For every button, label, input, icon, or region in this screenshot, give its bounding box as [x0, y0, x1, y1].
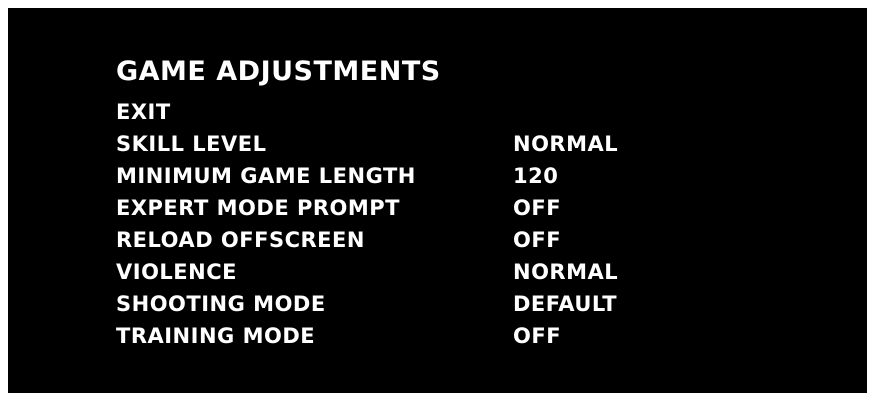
menu-item-label: SHOOTING MODE — [116, 292, 326, 316]
menu-item-label: EXIT — [116, 100, 171, 124]
game-screen: GAME ADJUSTMENTS EXIT SKILL LEVEL NORMAL… — [8, 8, 867, 393]
menu-item-value: 120 — [513, 164, 559, 188]
menu-item-label: EXPERT MODE PROMPT — [116, 196, 400, 220]
menu-item-shooting-mode[interactable]: SHOOTING MODE DEFAULT — [116, 288, 756, 320]
menu-item-exit[interactable]: EXIT — [116, 96, 756, 128]
menu-item-label: TRAINING MODE — [116, 324, 316, 348]
menu-item-label: MINIMUM GAME LENGTH — [116, 164, 416, 188]
adjustments-menu: EXIT SKILL LEVEL NORMAL MINIMUM GAME LEN… — [116, 96, 756, 352]
menu-item-training-mode[interactable]: TRAINING MODE OFF — [116, 320, 756, 352]
menu-item-value: OFF — [513, 324, 562, 348]
menu-item-value: NORMAL — [513, 132, 619, 156]
menu-item-skill-level[interactable]: SKILL LEVEL NORMAL — [116, 128, 756, 160]
menu-title: GAME ADJUSTMENTS — [116, 56, 441, 87]
menu-item-reload-offscreen[interactable]: RELOAD OFFSCREEN OFF — [116, 224, 756, 256]
menu-item-label: SKILL LEVEL — [116, 132, 267, 156]
menu-item-label: RELOAD OFFSCREEN — [116, 228, 365, 252]
menu-item-value: OFF — [513, 196, 562, 220]
menu-item-value: DEFAULT — [513, 292, 618, 316]
menu-item-expert-mode-prompt[interactable]: EXPERT MODE PROMPT OFF — [116, 192, 756, 224]
menu-item-label: VIOLENCE — [116, 260, 237, 284]
menu-item-value: OFF — [513, 228, 562, 252]
menu-item-minimum-game-length[interactable]: MINIMUM GAME LENGTH 120 — [116, 160, 756, 192]
menu-item-value: NORMAL — [513, 260, 619, 284]
menu-item-violence[interactable]: VIOLENCE NORMAL — [116, 256, 756, 288]
